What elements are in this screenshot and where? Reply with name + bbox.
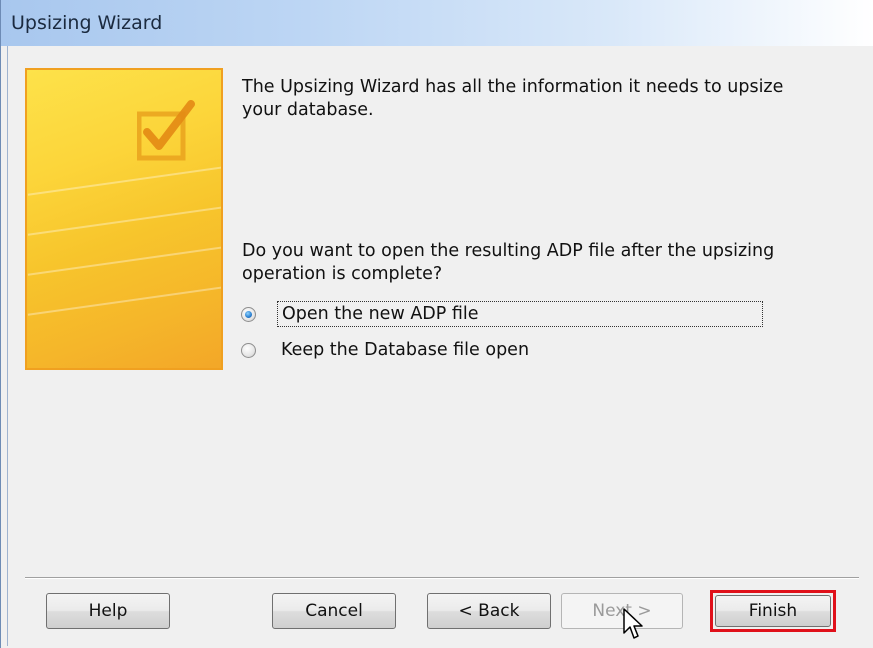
wizard-banner-image: [25, 68, 223, 370]
option-keep-database[interactable]: Keep the Database file open: [241, 336, 533, 364]
radio-open-adp[interactable]: [241, 306, 256, 322]
mouse-cursor-icon: [623, 608, 643, 639]
question-text: Do you want to open the resulting ADP fi…: [242, 241, 775, 284]
info-message: The Upsizing Wizard has all the informat…: [242, 77, 784, 120]
banner-stripe: [27, 286, 221, 316]
back-button[interactable]: < Back: [427, 593, 551, 629]
banner-stripe: [27, 166, 221, 196]
help-button[interactable]: Help: [46, 593, 170, 629]
banner-stripe: [27, 246, 221, 276]
option-open-adp[interactable]: Open the new ADP file: [241, 300, 763, 328]
upsizing-wizard-window: Upsizing Wizard The Upsizing Wizard has …: [0, 0, 873, 648]
finish-button[interactable]: Finish: [715, 595, 831, 627]
cancel-button[interactable]: Cancel: [272, 593, 396, 629]
option-open-adp-label[interactable]: Open the new ADP file: [277, 301, 763, 327]
footer-divider: [25, 577, 859, 579]
title-bar[interactable]: Upsizing Wizard: [1, 0, 873, 46]
window-title: Upsizing Wizard: [11, 12, 163, 34]
checkbox-check-icon: [137, 100, 195, 161]
radio-keep-database[interactable]: [241, 342, 256, 358]
option-keep-database-label[interactable]: Keep the Database file open: [277, 338, 533, 362]
banner-stripe: [27, 206, 221, 236]
